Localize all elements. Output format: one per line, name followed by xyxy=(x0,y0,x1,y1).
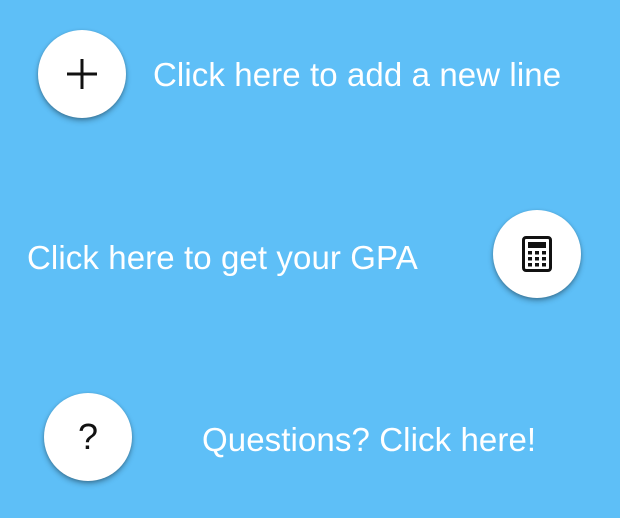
add-line-button[interactable] xyxy=(38,30,126,118)
question-mark-icon: ? xyxy=(77,416,99,457)
help-button[interactable]: ? xyxy=(44,393,132,481)
calculator-icon xyxy=(522,236,552,272)
get-gpa-button[interactable] xyxy=(493,210,581,298)
add-line-label[interactable]: Click here to add a new line xyxy=(153,55,561,95)
get-gpa-label[interactable]: Click here to get your GPA xyxy=(27,238,418,278)
help-label[interactable]: Questions? Click here! xyxy=(202,420,536,460)
plus-icon xyxy=(67,59,97,89)
